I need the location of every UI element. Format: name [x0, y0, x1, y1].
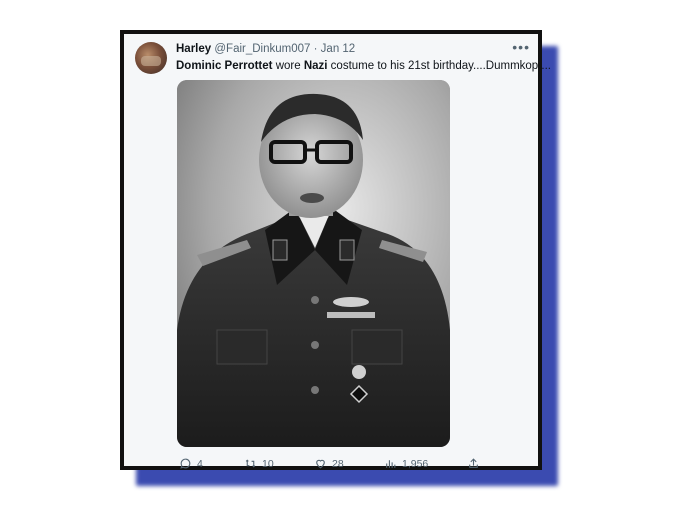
views-count: 1,956 — [402, 457, 429, 470]
avatar[interactable] — [135, 42, 167, 74]
tweet-actions: 4 10 28 1,956 — [124, 457, 538, 471]
tweet-date[interactable]: Jan 12 — [321, 43, 356, 55]
more-horizontal-icon[interactable]: ••• — [512, 39, 530, 55]
share-button[interactable] — [467, 457, 480, 470]
tweet-text: Dominic Perrottet wore Nazi costume to h… — [176, 60, 551, 72]
photo-illustration — [177, 80, 450, 447]
tweet-card[interactable]: Harley @Fair_Dinkum007 · Jan 12 ••• Domi… — [120, 30, 551, 471]
like-button[interactable]: 28 — [314, 457, 344, 470]
retweet-button[interactable]: 10 — [244, 457, 274, 470]
views-chart-icon — [386, 460, 396, 468]
retweet-count: 10 — [262, 457, 274, 470]
like-count: 28 — [332, 457, 344, 470]
display-name[interactable]: Harley — [176, 43, 211, 55]
views-button[interactable]: 1,956 — [384, 457, 428, 470]
reply-icon — [180, 458, 191, 469]
tweet-text-subject: Dominic Perrottet — [176, 60, 273, 72]
handle[interactable]: @Fair_Dinkum007 — [214, 43, 310, 55]
heart-icon — [316, 459, 325, 469]
reply-count: 4 — [197, 457, 203, 470]
tweet-header: Harley @Fair_Dinkum007 · Jan 12 — [176, 43, 355, 55]
retweet-icon — [245, 459, 256, 468]
tweet-photo[interactable] — [177, 80, 450, 447]
share-icon — [469, 458, 478, 468]
tweet-text-mid: wore — [272, 60, 304, 72]
reply-button[interactable]: 4 — [179, 457, 203, 470]
separator-dot: · — [313, 43, 318, 55]
tweet-text-end: costume to his 21st birthday....Dummkop.… — [327, 60, 551, 72]
tweet-text-emphasis: Nazi — [303, 60, 328, 72]
